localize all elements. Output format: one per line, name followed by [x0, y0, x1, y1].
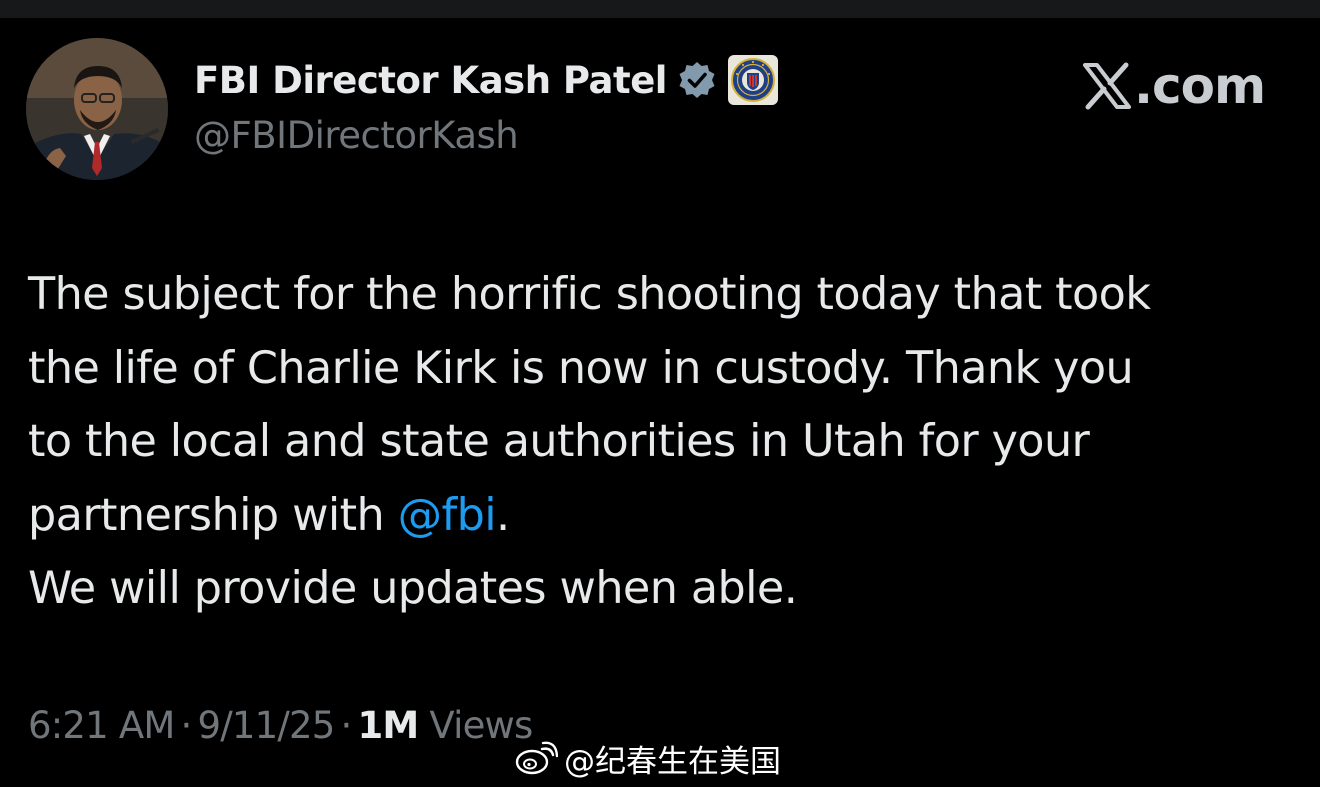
- mention-link[interactable]: @fbi: [398, 490, 497, 541]
- tweet-body: The subject for the horrific shooting to…: [28, 258, 1298, 626]
- tweet-meta: 6:21 AM · 9/11/25 · 1M Views: [28, 704, 533, 747]
- display-name-row: FBI Director Kash Patel: [194, 52, 779, 108]
- verified-badge-icon[interactable]: [677, 60, 717, 100]
- tweet-body-text: partnership with: [28, 489, 398, 541]
- watermark-text: @纪春生在美国: [564, 743, 781, 780]
- views-count: 1M: [357, 704, 419, 747]
- watermark: @纪春生在美国: [514, 738, 781, 780]
- user-handle[interactable]: @FBIDirectorKash: [194, 114, 519, 157]
- x-brand: .com: [1082, 56, 1266, 116]
- top-strip: [0, 0, 1320, 18]
- tweet-body-line: partnership with @fbi.: [28, 479, 1298, 553]
- tweet-body-text: .: [496, 489, 510, 541]
- tweet-body-line: the life of Charlie Kirk is now in custo…: [28, 342, 1134, 394]
- tweet-time[interactable]: 6:21 AM: [28, 704, 175, 747]
- display-name[interactable]: FBI Director Kash Patel: [194, 59, 667, 102]
- x-logo-icon: [1083, 62, 1131, 110]
- tweet-body-line: We will provide updates when able.: [28, 563, 798, 614]
- tweet-date[interactable]: 9/11/25: [197, 704, 335, 747]
- avatar[interactable]: [26, 38, 168, 180]
- weibo-icon: [515, 741, 558, 775]
- x-brand-domain: .com: [1134, 57, 1266, 115]
- tweet-body-line: The subject for the horrific shooting to…: [28, 269, 1151, 320]
- tweet-body-line: to the local and state authorities in Ut…: [28, 416, 1090, 467]
- meta-separator: ·: [180, 704, 192, 747]
- avatar-portrait-icon: [26, 38, 168, 180]
- meta-separator: ·: [340, 704, 353, 747]
- fbi-seal-icon[interactable]: [727, 54, 779, 106]
